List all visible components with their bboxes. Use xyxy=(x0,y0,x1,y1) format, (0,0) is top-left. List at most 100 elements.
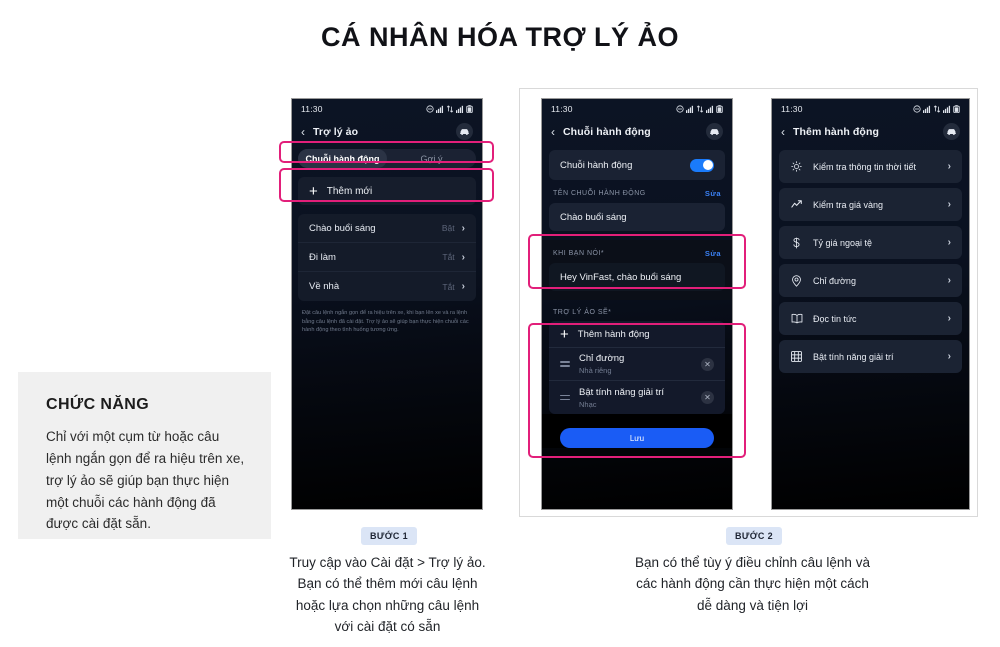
assistant-section-label-row: TRỢ LÝ ẢO SẼ* xyxy=(542,300,732,321)
list-item[interactable]: Về nhà Tắt › xyxy=(298,272,476,301)
trend-up-icon xyxy=(790,199,803,210)
chevron-right-icon: › xyxy=(947,161,951,172)
car-icon-button[interactable] xyxy=(706,123,723,140)
do-not-disturb-icon xyxy=(426,104,434,113)
list-item-status: Tắt xyxy=(442,281,455,292)
status-icons xyxy=(676,104,723,113)
name-section-label-row: TÊN CHUỖI HÀNH ĐỘNG Sửa xyxy=(542,180,732,203)
action-option-news[interactable]: Đọc tin tức › xyxy=(779,302,962,335)
list-item-label: Đi làm xyxy=(309,251,336,263)
chevron-right-icon: › xyxy=(947,313,951,324)
action-option-directions[interactable]: Chỉ đường › xyxy=(779,264,962,297)
chain-name-value[interactable]: Chào buổi sáng xyxy=(549,203,725,231)
back-icon[interactable]: ‹ xyxy=(781,126,785,138)
list-item[interactable]: Đi làm Tắt › xyxy=(298,243,476,272)
status-icons xyxy=(426,104,473,113)
car-icon-button[interactable] xyxy=(943,123,960,140)
page-title: CÁ NHÂN HÓA TRỢ LÝ ẢO xyxy=(320,22,680,52)
car-icon xyxy=(710,129,719,136)
chevron-right-icon: › xyxy=(947,237,951,248)
status-bar: 11:30 xyxy=(292,99,482,118)
footnote-text: Đặt câu lệnh ngắn gọn để ra hiệu trên xe… xyxy=(302,310,469,334)
action-option-weather[interactable]: Kiểm tra thông tin thời tiết › xyxy=(779,150,962,183)
status-time: 11:30 xyxy=(781,103,803,114)
data-transfer-icon xyxy=(933,105,941,112)
signal-bars-icon xyxy=(436,105,444,113)
chevron-right-icon: › xyxy=(461,281,465,292)
edit-name-link[interactable]: Sửa xyxy=(705,189,721,198)
sun-icon xyxy=(790,161,803,172)
switch-knob xyxy=(702,160,713,170)
action-option-label: Kiểm tra thông tin thời tiết xyxy=(813,161,916,172)
function-info-panel: CHỨC NĂNG Chỉ với một cụm từ hoặc câu lệ… xyxy=(18,372,271,539)
step-badge-1: BƯỚC 1 xyxy=(361,527,418,545)
assistant-section-label: TRỢ LÝ ẢO SẼ* xyxy=(553,309,612,316)
list-item-label: Về nhà xyxy=(309,281,340,292)
status-time: 11:30 xyxy=(301,103,323,114)
action-option-gold-price[interactable]: Kiểm tra giá vàng › xyxy=(779,188,962,221)
battery-icon xyxy=(466,104,473,113)
data-transfer-icon xyxy=(446,105,454,112)
nav-title: Trợ lý ảo xyxy=(313,125,359,138)
signal-bars-icon xyxy=(923,105,931,113)
do-not-disturb-icon xyxy=(676,104,684,113)
nav-bar: ‹ Thêm hành động xyxy=(772,118,969,145)
info-panel-heading: CHỨC NĂNG xyxy=(46,396,150,413)
nav-title: Chuỗi hành động xyxy=(563,125,651,138)
highlight-box-add-new xyxy=(279,168,494,202)
location-pin-icon xyxy=(790,274,803,287)
chevron-right-icon: › xyxy=(947,351,951,362)
action-option-label: Kiểm tra giá vàng xyxy=(813,199,884,210)
car-icon-button[interactable] xyxy=(456,123,473,140)
status-bar: 11:30 xyxy=(542,99,732,118)
data-transfer-icon xyxy=(696,105,704,112)
signal-bars-icon xyxy=(686,105,694,113)
infographic-page: CÁ NHÂN HÓA TRỢ LÝ ẢO CHỨC NĂNG Chỉ với … xyxy=(0,0,1000,647)
name-section-label: TÊN CHUỖI HÀNH ĐỘNG xyxy=(553,190,646,197)
back-icon[interactable]: ‹ xyxy=(551,126,555,138)
film-icon xyxy=(790,351,803,362)
highlight-box-actions xyxy=(528,323,746,458)
signal-bars-2-icon xyxy=(456,105,464,113)
toggle-row[interactable]: Chuỗi hành động xyxy=(549,150,725,180)
list-item-status: Tắt xyxy=(442,252,455,262)
list-item-label: Chào buổi sáng xyxy=(309,222,376,234)
phone-screen-3: 11:30 ‹ Thêm hành động Kiểm tra thông ti… xyxy=(771,98,970,510)
action-option-label: Tỷ giá ngoại tệ xyxy=(813,237,873,248)
status-icons xyxy=(913,104,960,113)
chevron-right-icon: › xyxy=(947,275,951,286)
action-chain-toggle-card: Chuỗi hành động xyxy=(549,150,725,180)
action-option-entertainment[interactable]: Bật tính năng giải trí › xyxy=(779,340,962,373)
action-option-label: Chỉ đường xyxy=(813,275,856,286)
action-chain-list: Chào buổi sáng Bật › Đi làm Tắt › Về nhà… xyxy=(298,214,476,301)
dollar-icon xyxy=(790,237,803,249)
status-time: 11:30 xyxy=(551,103,573,114)
action-option-exchange-rate[interactable]: Tỷ giá ngoại tệ › xyxy=(779,226,962,259)
info-panel-body: Chỉ với một cụm từ hoặc câu lệnh ngắn gọ… xyxy=(46,429,245,532)
highlight-box-phrase xyxy=(528,234,746,289)
chevron-right-icon: › xyxy=(461,251,465,263)
battery-icon xyxy=(953,104,960,113)
step-badge-2: BƯỚC 2 xyxy=(726,527,783,545)
car-icon xyxy=(947,129,956,136)
back-icon[interactable]: ‹ xyxy=(301,126,305,138)
action-option-label: Bật tính năng giải trí xyxy=(813,351,894,362)
step-text-2: Bạn có thể tùy ý điều chỉnh câu lệnh và … xyxy=(635,555,870,613)
list-item[interactable]: Chào buổi sáng Bật › xyxy=(298,214,476,243)
signal-bars-2-icon xyxy=(706,105,714,113)
chevron-right-icon: › xyxy=(947,199,951,210)
car-icon xyxy=(460,129,469,136)
toggle-label: Chuỗi hành động xyxy=(560,159,633,171)
list-item-status: Bật xyxy=(441,223,455,233)
book-icon xyxy=(790,313,803,324)
battery-icon xyxy=(716,104,723,113)
status-bar: 11:30 xyxy=(772,99,969,118)
signal-bars-2-icon xyxy=(943,105,951,113)
action-option-label: Đọc tin tức xyxy=(813,313,857,324)
do-not-disturb-icon xyxy=(913,104,921,113)
action-chain-switch[interactable] xyxy=(690,158,714,172)
chevron-right-icon: › xyxy=(461,222,465,234)
nav-title: Thêm hành động xyxy=(793,125,879,138)
highlight-box-tabs xyxy=(279,141,494,163)
